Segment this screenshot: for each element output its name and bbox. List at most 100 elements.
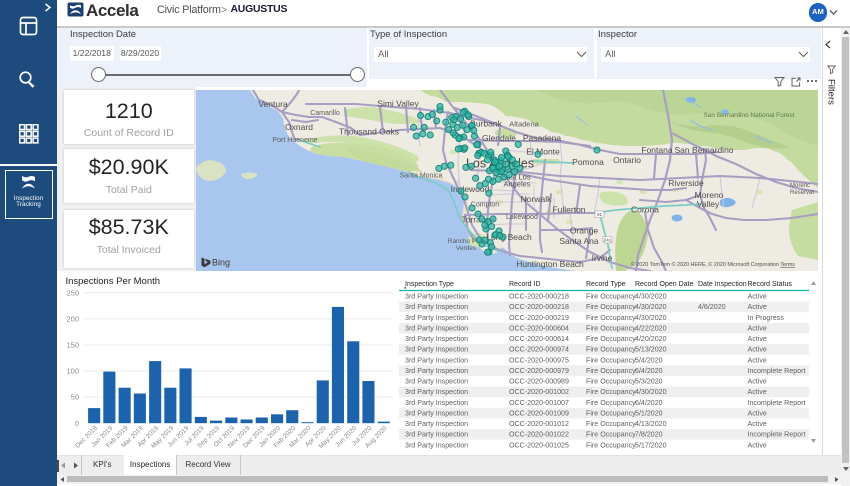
svg-text:3rd Party Inspection: 3rd Party Inspection [405,378,468,386]
svg-text:Fire Occupancy: Fire Occupancy [586,293,636,301]
svg-text:OCC-2020-000979: OCC-2020-000979 [509,367,569,375]
svg-text:4/30/2020: 4/30/2020 [635,293,667,301]
svg-text:Active: Active [748,420,767,428]
svg-text:Bing: Bing [212,258,230,268]
svg-text:© 2020 TomTom © 2020 HERE, © 2: © 2020 TomTom © 2020 HERE, © 2020 Micros… [631,261,796,268]
svg-text:Active: Active [748,441,767,449]
svg-text:OCC-2020-000989: OCC-2020-000989 [509,378,569,386]
svg-text:200: 200 [66,315,79,324]
svg-text:Active: Active [748,303,767,311]
svg-text:3rd Party Inspection: 3rd Party Inspection [405,399,468,407]
svg-text:Incomplete Report: Incomplete Report [748,431,806,439]
svg-text:OCC-2020-001007: OCC-2020-001007 [509,399,569,407]
svg-text:7/8/2020: 7/8/2020 [635,431,663,439]
svg-text:Pasadena: Pasadena [523,133,562,143]
svg-text:Date Inspection: Date Inspection [698,281,747,288]
svg-text:Active: Active [748,325,767,333]
svg-text:Fire Occupancy: Fire Occupancy [586,420,636,428]
svg-text:Verdes: Verdes [456,245,477,252]
svg-text:Angeles: Angeles [503,180,530,189]
svg-text:100: 100 [66,367,79,376]
svg-text:Fire Occupancy: Fire Occupancy [586,314,636,322]
svg-text:3rd Party Inspection: 3rd Party Inspection [405,303,468,311]
svg-text:Riverside: Riverside [668,178,704,188]
svg-text:Fire Occupancy: Fire Occupancy [586,325,636,333]
svg-text:Active: Active [748,388,767,396]
svg-text:Camarillo: Camarillo [310,110,340,117]
svg-text:Reservat: Reservat [790,190,814,196]
svg-text:San Bernardino National Forest: San Bernardino National Forest [703,112,794,119]
svg-text:Altadena: Altadena [509,120,539,129]
svg-text:Active: Active [748,356,767,364]
svg-text:Fire Occupancy: Fire Occupancy [586,303,636,311]
svg-text:San Bernardino: San Bernardino [674,145,733,155]
svg-text:Active: Active [748,378,767,386]
svg-text:Irvine: Irvine [592,253,613,263]
svg-text:El Monte: El Monte [526,147,560,157]
svg-text:5/17/2020: 5/17/2020 [635,441,667,449]
svg-text:4/13/2020: 4/13/2020 [635,420,667,428]
svg-text:5/1/2020: 5/1/2020 [635,409,663,417]
svg-text:Active: Active [748,346,767,354]
svg-text:OCC-2020-000219: OCC-2020-000219 [509,314,569,322]
svg-text:Glendale: Glendale [482,133,516,143]
svg-text:3rd Party Inspection: 3rd Party Inspection [405,346,468,354]
svg-text:5/13/2020: 5/13/2020 [635,346,667,354]
svg-text:Orange: Orange [570,226,599,236]
svg-text:Ventura: Ventura [258,99,288,109]
svg-text:OCC-2020-000218: OCC-2020-000218 [509,293,569,301]
svg-text:OCC-2020-001022: OCC-2020-001022 [509,431,569,439]
svg-text:Inspection Type: Inspection Type [405,281,454,288]
svg-text:Fire Occupancy: Fire Occupancy [586,431,636,439]
svg-text:3rd Party Inspection: 3rd Party Inspection [405,367,468,375]
svg-text:OCC-2020-000604: OCC-2020-000604 [509,325,569,333]
svg-text:Corona: Corona [631,205,659,215]
svg-text:Ontario: Ontario [613,155,641,165]
svg-text:Thousand Oaks: Thousand Oaks [339,127,399,137]
svg-text:3rd Party Inspection: 3rd Party Inspection [405,314,468,322]
svg-text:OCC-2020-000218: OCC-2020-000218 [509,303,569,311]
svg-text:Santa Ana: Santa Ana [559,236,599,246]
svg-text:3rd Party Inspection: 3rd Party Inspection [405,325,468,333]
svg-text:3rd Party Inspection: 3rd Party Inspection [405,409,468,417]
svg-text:Morenc: Morenc [790,183,810,189]
svg-text:Norwalk: Norwalk [521,194,552,204]
svg-text:Huntington Beach: Huntington Beach [516,259,584,269]
svg-text:OCC-2020-001012: OCC-2020-001012 [509,420,569,428]
svg-text:Fire Occupancy: Fire Occupancy [586,441,636,449]
svg-text:3rd Party Inspection: 3rd Party Inspection [405,356,468,364]
svg-text:4/6/2020: 4/6/2020 [698,303,726,311]
svg-text:3rd Party Inspection: 3rd Party Inspection [405,335,468,343]
svg-text:3rd Party Inspection: 3rd Party Inspection [405,293,468,301]
svg-text:Fire Occupancy: Fire Occupancy [586,409,636,417]
svg-text:OCC-2020-000974: OCC-2020-000974 [509,346,569,354]
svg-text:Fire Occupancy: Fire Occupancy [586,346,636,354]
svg-text:4/30/2020: 4/30/2020 [635,303,667,311]
svg-text:6/4/2020: 6/4/2020 [635,367,663,375]
svg-text:0: 0 [75,419,79,428]
svg-text:250: 250 [66,288,79,297]
svg-text:Fire Occupancy: Fire Occupancy [586,356,636,364]
svg-text:Fire Occupancy: Fire Occupancy [586,378,636,386]
svg-text:Incomplete Report: Incomplete Report [748,399,806,407]
svg-text:150: 150 [66,341,79,350]
svg-text:Record ID: Record ID [509,281,541,288]
svg-text:Incomplete Report: Incomplete Report [748,367,806,375]
svg-text:Fire Occupancy: Fire Occupancy [586,388,636,396]
svg-text:Santa Monica: Santa Monica [400,173,443,180]
svg-text:Valley: Valley [697,199,720,209]
svg-text:4/22/2020: 4/22/2020 [635,325,667,333]
svg-text:In Progress: In Progress [748,314,785,322]
svg-text:6/4/2020: 6/4/2020 [635,399,663,407]
svg-text:91: 91 [597,212,603,217]
svg-text:5/4/2020: 5/4/2020 [635,356,663,364]
svg-text:4/20/2020: 4/20/2020 [635,335,667,343]
svg-text:Record Type: Record Type [586,281,626,288]
svg-text:Fontana: Fontana [641,145,672,155]
svg-text:3rd Party Inspection: 3rd Party Inspection [405,431,468,439]
svg-text:Fire Occupancy: Fire Occupancy [586,335,636,343]
svg-text:3rd Party Inspection: 3rd Party Inspection [405,420,468,428]
svg-text:Port Hueneme: Port Hueneme [272,137,317,144]
svg-text:Oxnard: Oxnard [285,122,313,132]
svg-text:4/30/2020: 4/30/2020 [635,314,667,322]
